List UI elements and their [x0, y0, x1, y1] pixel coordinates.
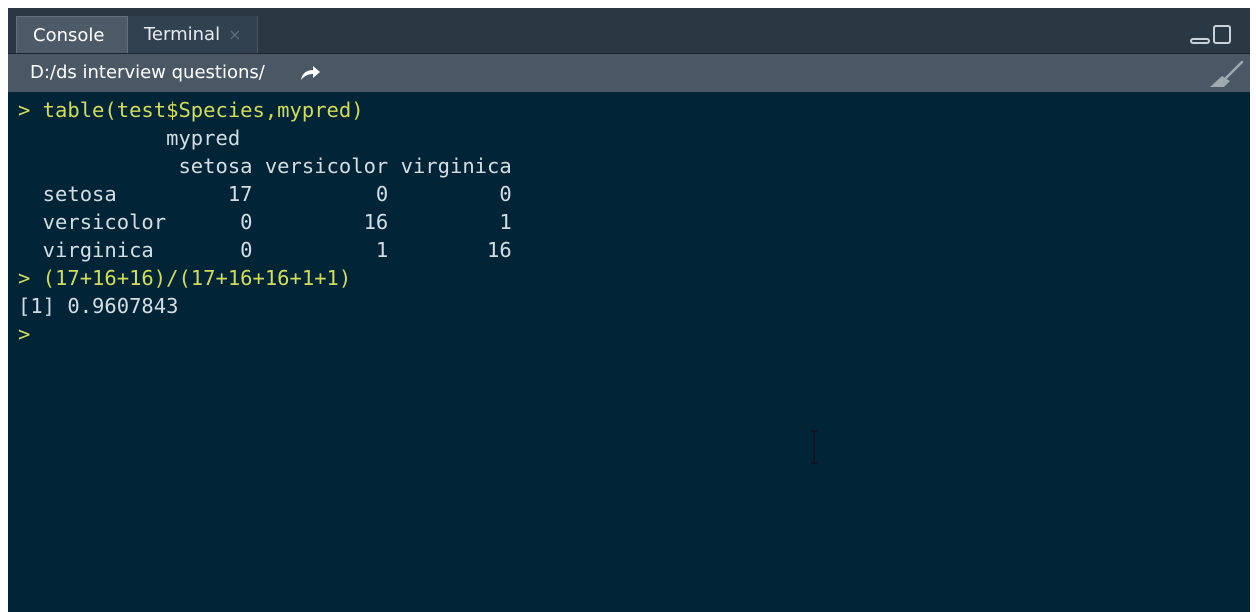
console-command-line: > (17+16+16)/(17+16+16+1+1) — [18, 266, 352, 290]
tab-console[interactable]: Console — [16, 16, 128, 53]
console-output-line: mypred — [18, 126, 241, 150]
close-icon[interactable]: × — [228, 25, 241, 44]
console-output-line: [1] 0.9607843 — [18, 294, 179, 318]
tab-terminal-label: Terminal — [144, 24, 221, 45]
console-output-line: setosa 17 0 0 — [18, 182, 512, 206]
console-output-line: virginica 0 1 16 — [18, 238, 512, 262]
console-output-line: versicolor 0 16 1 — [18, 210, 512, 234]
maximize-icon[interactable] — [1213, 25, 1231, 44]
console-prompt[interactable]: > — [18, 320, 1238, 348]
broom-icon[interactable] — [1208, 60, 1244, 88]
console-output-line: setosa versicolor virginica — [18, 154, 512, 178]
text-cursor-icon — [811, 430, 817, 464]
minimize-icon[interactable] — [1190, 38, 1210, 44]
window-controls — [1180, 23, 1242, 47]
working-directory-bar: D:/ds interview questions/ — [8, 54, 1250, 92]
console-output[interactable]: > table(test$Species,mypred) mypred seto… — [18, 96, 1238, 348]
tab-terminal[interactable]: Terminal × — [128, 16, 258, 53]
console-pane: Console Terminal × D:/ds interview questi… — [8, 8, 1250, 612]
console-command-line: > table(test$Species,mypred) — [18, 98, 364, 122]
tab-bar: Console Terminal × — [8, 8, 1250, 54]
share-arrow-icon[interactable] — [299, 64, 321, 82]
tab-console-label: Console — [33, 25, 105, 46]
working-directory-path: D:/ds interview questions/ — [30, 62, 265, 83]
